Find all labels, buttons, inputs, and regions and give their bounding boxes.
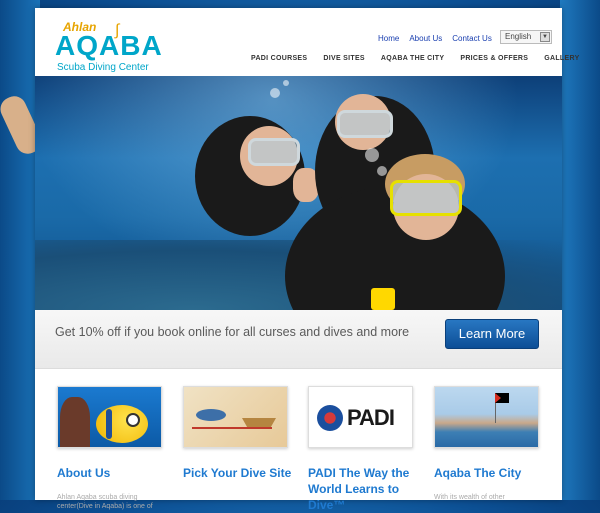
promo-banner: Get 10% off if you book online for all c… xyxy=(35,310,562,369)
map-fish-image xyxy=(196,409,226,421)
card-about-us-title[interactable]: About Us xyxy=(57,465,175,481)
page-container: Ahlan ∫ AQABA Scuba Diving Center Home A… xyxy=(35,8,579,512)
map-route-line xyxy=(192,427,272,429)
card-padi-title[interactable]: PADI The Way the World Learns to Dive™ xyxy=(308,465,426,513)
flag-icon xyxy=(495,393,509,403)
main-nav-padi-courses[interactable]: PADI COURSES xyxy=(251,55,307,62)
top-nav-contact-us[interactable]: Contact Us xyxy=(452,34,492,43)
hero-bubble xyxy=(270,88,280,98)
map-ship-image xyxy=(242,418,276,427)
padi-logo-text: PADI xyxy=(347,405,395,430)
background-sea-right xyxy=(560,0,600,500)
card-pick-dive-site-title[interactable]: Pick Your Dive Site xyxy=(183,465,301,481)
logo-name: AQABA xyxy=(55,30,163,61)
top-nav: Home About Us Contact Us xyxy=(378,34,492,43)
main-nav: PADI COURSES DIVE SITES AQABA THE CITY P… xyxy=(251,55,580,62)
chevron-down-icon[interactable]: ▼ xyxy=(540,32,550,42)
card-aqaba-city-desc: With its wealth of other xyxy=(434,494,505,501)
card-pick-dive-site-thumbnail[interactable] xyxy=(183,386,288,448)
hero-image xyxy=(35,76,562,310)
promo-text: Get 10% off if you book online for all c… xyxy=(55,325,410,339)
hero-bubble xyxy=(365,148,379,162)
coral-image xyxy=(60,397,90,447)
main-nav-aqaba-the-city[interactable]: AQABA THE CITY xyxy=(381,55,444,62)
language-select[interactable]: English ▼ xyxy=(500,30,552,44)
hero-bubble xyxy=(377,166,387,176)
main-nav-gallery[interactable]: GALLERY xyxy=(544,55,579,62)
card-aqaba-city-title[interactable]: Aqaba The City xyxy=(434,465,552,481)
hero-yellow-gear xyxy=(371,288,395,310)
hero-bubble xyxy=(283,80,289,86)
top-nav-home[interactable]: Home xyxy=(378,34,399,43)
hero-diver-right-mask xyxy=(390,180,462,216)
site-logo[interactable]: Ahlan ∫ AQABA Scuba Diving Center xyxy=(55,20,165,76)
padi-globe-icon xyxy=(317,405,343,431)
main-nav-dive-sites[interactable]: DIVE SITES xyxy=(323,55,365,62)
card-about-us-desc: Ahlan Aqaba scuba diving center(Dive in … xyxy=(57,494,153,510)
fish-image xyxy=(96,405,148,443)
background-sea-left xyxy=(0,0,40,500)
hero-diver-left-mask xyxy=(248,138,300,166)
card-padi-thumbnail[interactable]: PADI xyxy=(308,386,413,448)
learn-more-button[interactable]: Learn More xyxy=(445,319,539,349)
card-aqaba-city-thumbnail[interactable] xyxy=(434,386,539,448)
logo-tagline: Scuba Diving Center xyxy=(57,62,149,73)
card-about-us-thumbnail[interactable] xyxy=(57,386,162,448)
top-nav-about-us[interactable]: About Us xyxy=(409,34,442,43)
language-selected: English xyxy=(505,32,532,41)
hero-diver-center-mask xyxy=(337,110,393,138)
main-nav-prices-offers[interactable]: PRICES & OFFERS xyxy=(460,55,528,62)
